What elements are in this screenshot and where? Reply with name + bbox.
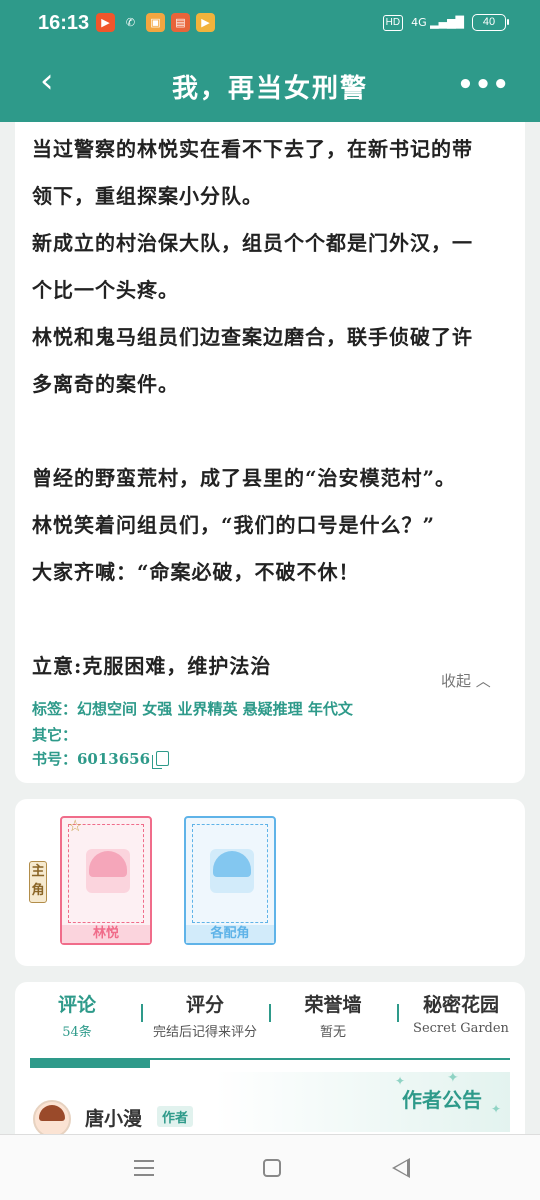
tab-label: 评分 <box>185 994 224 1016</box>
video-app-icon: ▶ <box>96 13 115 32</box>
tab-label: 评论 <box>57 994 96 1016</box>
tab-sublabel: 完结后记得来评分 <box>152 1025 257 1040</box>
tab-label: 荣誉墙 <box>304 994 362 1016</box>
roles-card: 主角 林悦 ☆ 各配角 <box>15 799 525 966</box>
system-nav-bar <box>0 1134 540 1200</box>
tab-0[interactable]: 评论 54条 <box>15 990 139 1040</box>
book-id-line: 书号：6013656 <box>32 748 170 769</box>
tab-divider <box>397 1004 399 1022</box>
synopsis-blank-line <box>32 408 512 455</box>
role-name: 林悦 <box>62 925 150 943</box>
reader-app-icon: ▤ <box>171 13 190 32</box>
synopsis-line: 林悦和鬼马组员们边查案边磨合，联手侦破了许 <box>32 325 473 349</box>
system-back-icon[interactable] <box>392 1158 410 1178</box>
synopsis-line: 新成立的村治保大队，组员个个都是门外汉，一 <box>32 231 473 255</box>
author-notice-banner[interactable]: ✦ ✦ ✦ 作者公告 <box>215 1070 510 1132</box>
status-app-icons: ▶ ✆ ▣ ▤ ▶ <box>96 13 215 32</box>
home-icon[interactable] <box>263 1159 281 1177</box>
collapse-label: 收起 <box>441 672 472 690</box>
author-name[interactable]: 唐小漫 <box>85 1104 142 1131</box>
status-bar: 16:13 ▶ ✆ ▣ ▤ ▶ HD 4G ▂▄▆█ 40 <box>0 0 540 48</box>
synopsis-line: 多离奇的案件。 <box>32 372 179 396</box>
comments-card: 评论 54条 评分 完结后记得来评分 荣誉墙 暂无 秘密花园 Secret Garden ✦ … <box>15 982 525 1142</box>
battery-icon: 40 <box>472 14 509 31</box>
role-card[interactable]: 各配角 <box>184 816 276 945</box>
live-app-icon: ▣ <box>146 13 165 32</box>
tab-sublabel: Secret Garden <box>413 1021 509 1036</box>
synopsis-line: 立意:克服困难，维护法治 <box>32 654 272 678</box>
active-tab-indicator <box>30 1059 150 1068</box>
tab-2[interactable]: 荣誉墙 暂无 <box>271 990 395 1040</box>
book-id: 书号：6013656 <box>32 750 151 768</box>
tab-3[interactable]: 秘密花园 Secret Garden <box>399 990 523 1036</box>
synopsis-line: 当过警察的林悦实在看不下去了，在新书记的带 <box>32 137 473 161</box>
avatar[interactable] <box>33 1100 71 1138</box>
other-line: 其它： <box>32 726 78 744</box>
role-name: 各配角 <box>186 925 274 943</box>
more-icon[interactable]: ••• <box>457 70 510 100</box>
tab-label: 秘密花园 <box>422 994 499 1016</box>
sparkle-icon: ✦ <box>491 1102 502 1116</box>
synopsis-text: 当过警察的林悦实在看不下去了，在新书记的带 领下，重组探案小分队。新成立的村治保大… <box>32 126 512 690</box>
main-role-tag: 主角 <box>29 861 47 903</box>
synopsis-line: 个比一个头疼。 <box>32 278 179 302</box>
synopsis-line: 曾经的野蛮荒村，成了县里的“治安模范村”。 <box>32 466 457 490</box>
synopsis-blank-line <box>32 596 512 643</box>
author-badge: 作者 <box>157 1106 194 1127</box>
status-indicators: HD 4G ▂▄▆█ 40 <box>382 14 509 31</box>
synopsis-line: 领下，重组探案小分队。 <box>32 184 263 208</box>
copy-icon[interactable] <box>152 751 170 769</box>
tab-sublabel: 54条 <box>62 1025 92 1040</box>
chevron-up-icon: ︿ <box>475 672 491 690</box>
star-icon: ☆ <box>68 816 83 835</box>
tags-line[interactable]: 标签：幻想空间 女强 业界精英 悬疑推理 年代文 <box>32 698 353 719</box>
role-card[interactable]: 林悦 ☆ <box>60 816 152 945</box>
status-time: 16:13 <box>38 12 90 34</box>
hd-icon: HD <box>382 14 404 31</box>
synopsis-card: 当过警察的林悦实在看不下去了，在新书记的带 领下，重组探案小分队。新成立的村治保大… <box>15 122 525 783</box>
tab-sublabel: 暂无 <box>319 1025 346 1040</box>
tab-divider <box>141 1004 143 1022</box>
synopsis-line: 大家齐喊：“命案必破，不破不休！ <box>32 560 360 584</box>
media-app-icon: ▶ <box>196 13 215 32</box>
wechat-icon: ✆ <box>121 13 140 32</box>
header-bar: ‹ 我，再当女刑警 ••• <box>0 48 540 122</box>
collapse-button[interactable]: 收起 ︿ <box>441 670 491 691</box>
tab-1[interactable]: 评分完结后记得来评分 <box>143 990 267 1040</box>
synopsis-line: 林悦笑着问组员们，“我们的口号是什么？” <box>32 513 436 537</box>
tab-divider <box>269 1004 271 1022</box>
recent-apps-icon[interactable] <box>134 1160 154 1176</box>
signal-icon: 4G ▂▄▆█ <box>411 16 464 29</box>
author-notice-label: 作者公告 <box>402 1088 482 1112</box>
